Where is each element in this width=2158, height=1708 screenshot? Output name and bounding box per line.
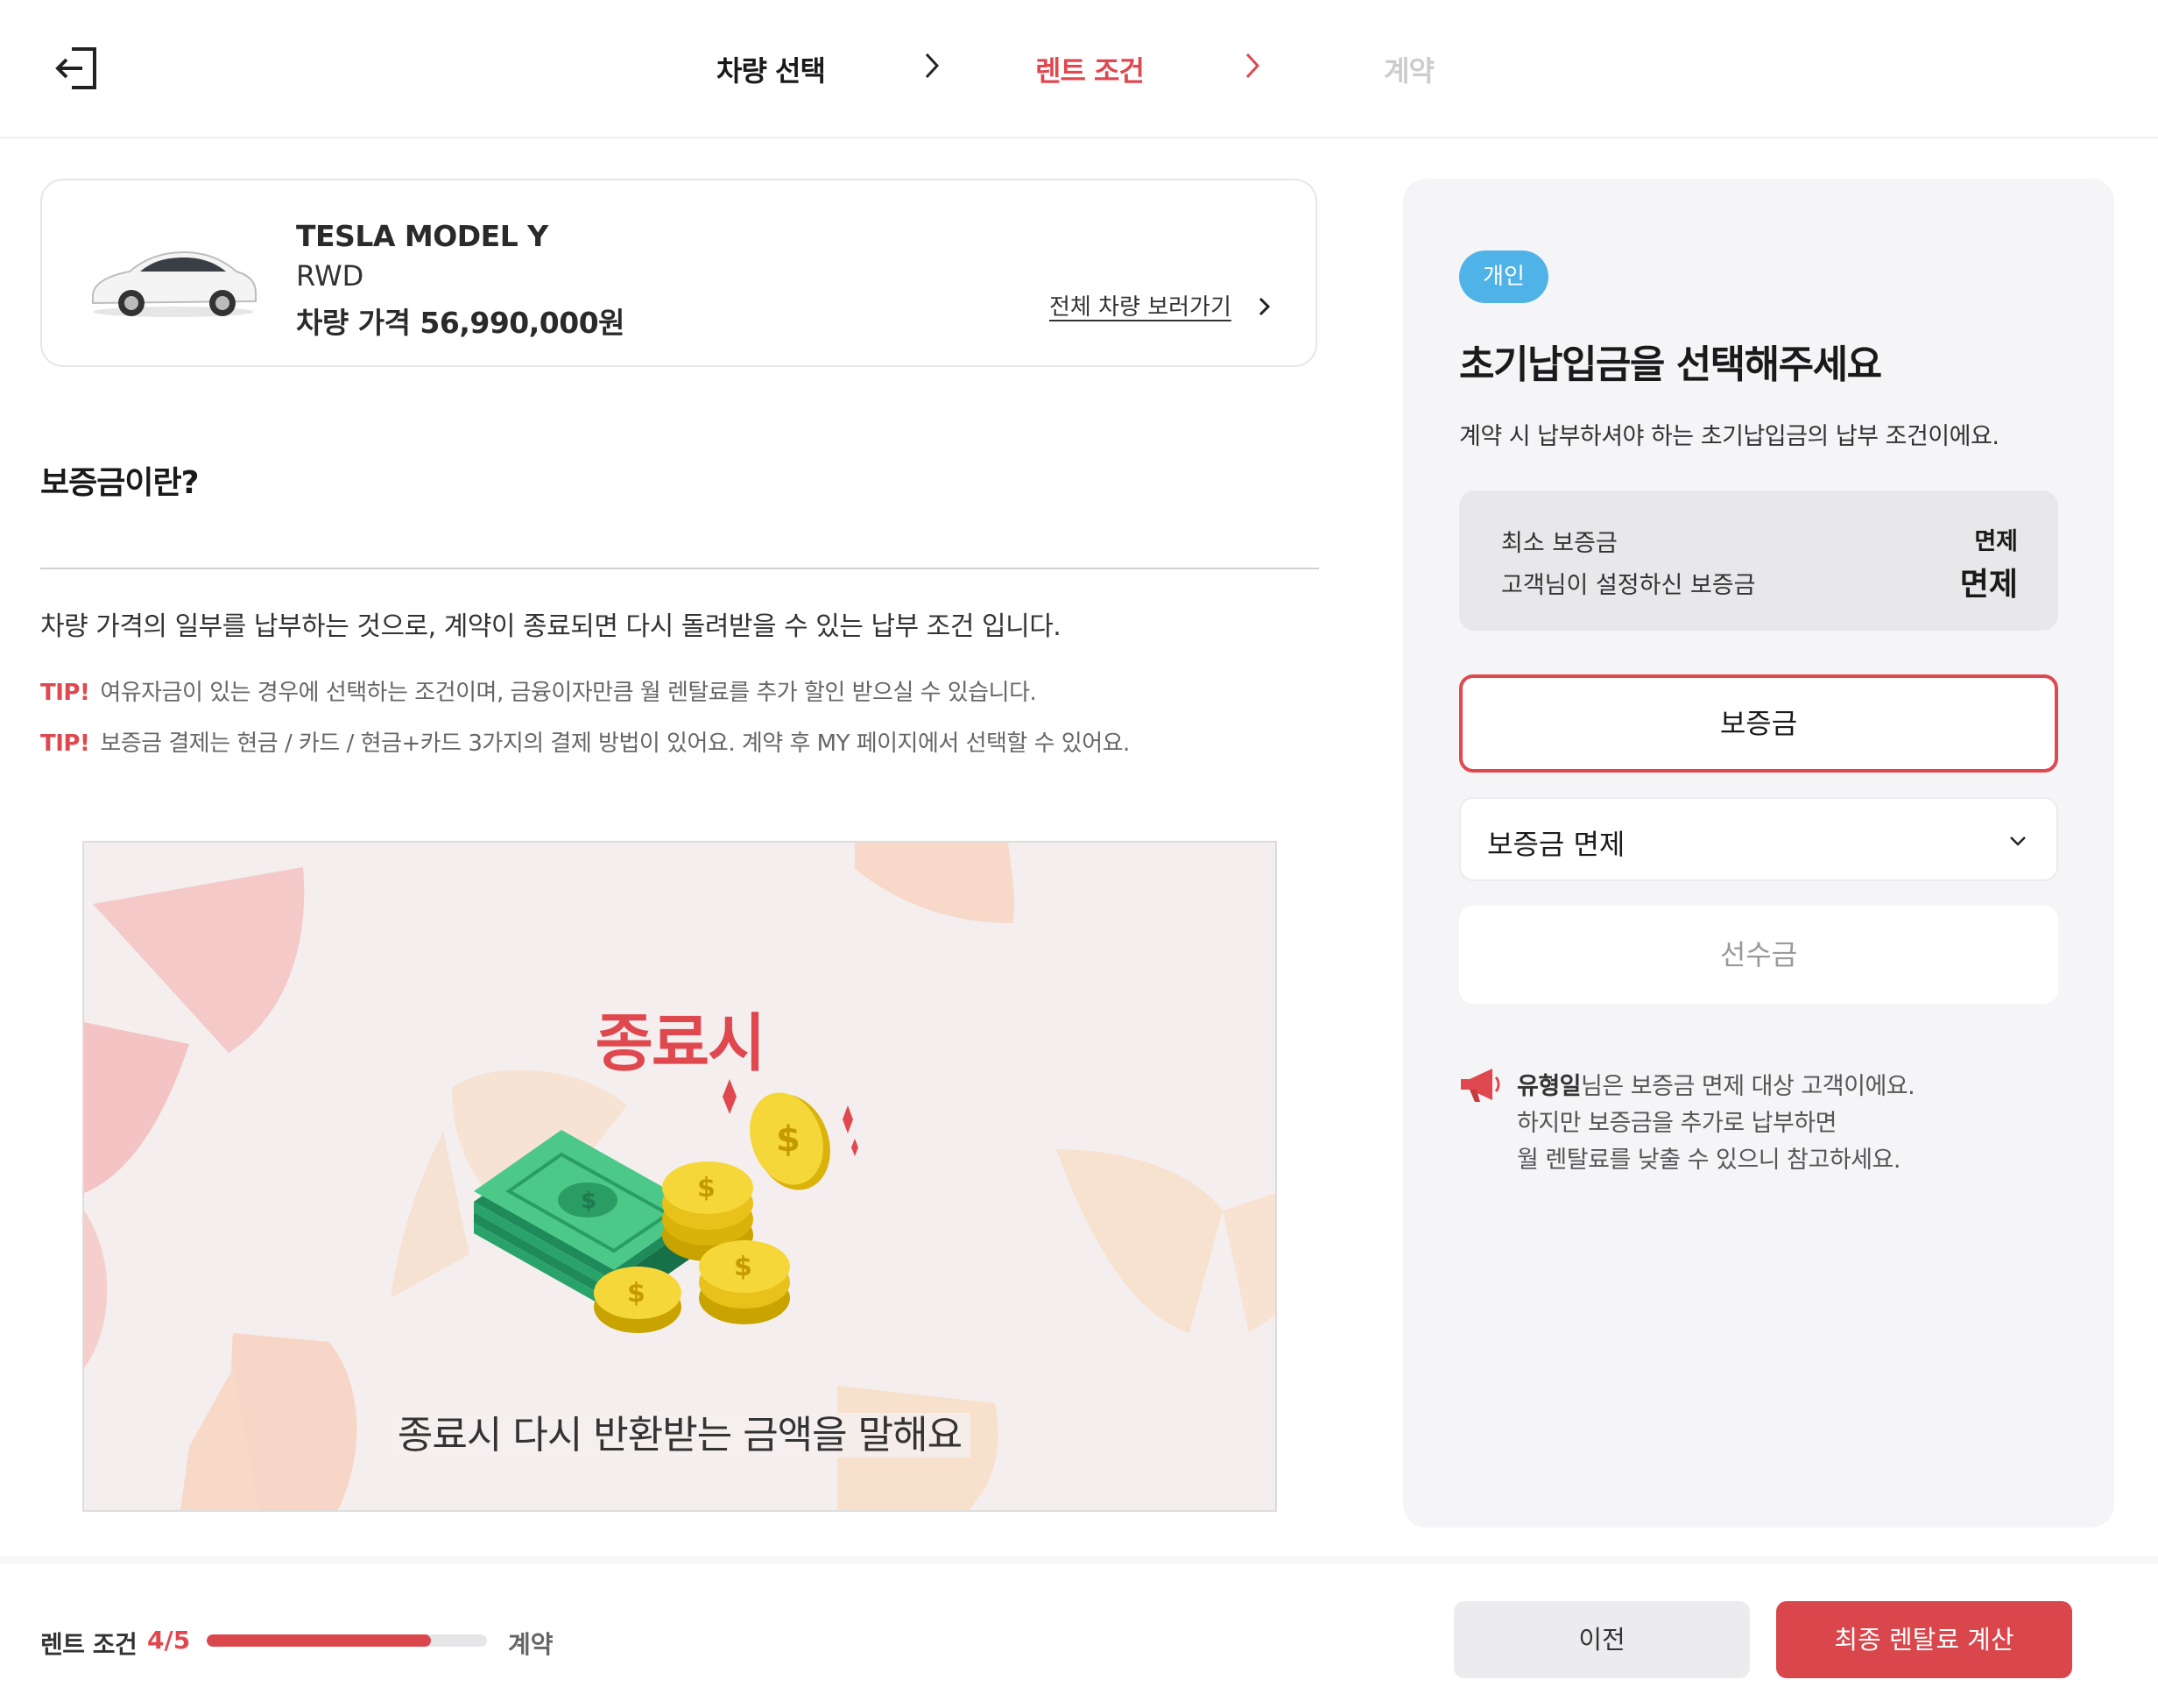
panel-title: 초기납입금을 선택해주세요 (1459, 342, 1882, 387)
tip-label: TIP! (40, 730, 90, 757)
illustration-caption: 종료시 다시 반환받는 금액을 말해요 (84, 1403, 1275, 1459)
deposit-illustration: $ $ $ $ $ 종료시 종료시 다시 반환받는 금액을 말해요 (82, 841, 1277, 1512)
svg-text:$: $ (697, 1173, 716, 1203)
set-deposit-value: 면제 (1959, 567, 2018, 603)
svg-text:$: $ (734, 1252, 752, 1282)
prepayment-option-button[interactable]: 선수금 (1459, 906, 2058, 1004)
set-deposit-label: 고객님이 설정하신 보증금 (1501, 572, 1756, 599)
deposit-amount-select[interactable]: 보증금 면제 (1459, 797, 2058, 881)
deposit-description: 차량 가격의 일부를 납부하는 것으로, 계약이 종료되면 다시 돌려받을 수 … (40, 611, 1061, 642)
deposit-option-button[interactable]: 보증금 (1459, 674, 2058, 773)
svg-text:$: $ (581, 1188, 596, 1214)
top-navigation: 차량 선택 렌트 조건 계약 (0, 0, 2158, 138)
min-deposit-value: 면제 (1974, 528, 2018, 555)
bottom-divider (0, 1556, 2158, 1564)
deposit-summary: 최소 보증금 면제 고객님이 설정하신 보증금 면제 (1459, 491, 2058, 631)
view-all-cars-link[interactable]: 전체 차량 보러가기 (1049, 289, 1231, 321)
car-trim: RWD (296, 259, 364, 293)
chevron-right-icon[interactable] (1256, 294, 1273, 319)
svg-text:$: $ (627, 1278, 645, 1309)
car-price: 차량 가격 56,990,000원 (296, 306, 625, 340)
initial-payment-panel: 개인 초기납입금을 선택해주세요 계약 시 납부하셔야 하는 초기납입금의 납부… (1403, 179, 2114, 1528)
progress-bar (207, 1634, 487, 1647)
progress-bar-fill (207, 1634, 431, 1647)
deposit-select-value: 보증금 면제 (1487, 828, 1626, 861)
deposit-notice: 유형일님은 보증금 면제 대상 고객이에요. 하지만 보증금을 추가로 납부하면… (1517, 1069, 1915, 1179)
car-image (86, 233, 296, 321)
progress-count: 4/5 (147, 1626, 191, 1655)
chevron-right-icon (1240, 51, 1265, 81)
notice-line: 하지만 보증금을 추가로 납부하면 (1517, 1110, 1837, 1137)
customer-type-badge: 개인 (1459, 251, 1548, 303)
chevron-down-icon (2006, 829, 2030, 853)
selected-car-card: TESLA MODEL Y RWD 차량 가격 56,990,000원 전체 차… (40, 179, 1317, 367)
calculate-final-rental-button[interactable]: 최종 렌탈료 계산 (1776, 1601, 2072, 1678)
tip-text: 보증금 결제는 현금 / 카드 / 현금+카드 3가지의 결제 방법이 있어요.… (100, 730, 1130, 757)
tip-text: 여유자금이 있는 경우에 선택하는 조건이며, 금융이자만큼 월 렌탈료를 추가… (100, 680, 1037, 706)
chevron-right-icon (920, 51, 944, 81)
illustration-title: 종료시 (595, 1006, 766, 1080)
megaphone-icon (1457, 1065, 1503, 1105)
car-model-name: TESLA MODEL Y (296, 219, 548, 253)
illustration-caption-text: 종료시 다시 반환받는 금액을 말해요 (388, 1413, 971, 1457)
previous-button[interactable]: 이전 (1454, 1601, 1750, 1678)
tip-line: TIP! 보증금 결제는 현금 / 카드 / 현금+카드 3가지의 결제 방법이 … (40, 725, 1130, 758)
progress-step-label: 렌트 조건 (40, 1630, 138, 1659)
svg-text:$: $ (776, 1119, 800, 1160)
min-deposit-label: 최소 보증금 (1501, 530, 1618, 557)
panel-description: 계약 시 납부하셔야 하는 초기납입금의 납부 조건이에요. (1459, 423, 1999, 450)
exit-icon[interactable] (53, 44, 102, 93)
notice-line: 님은 보증금 면제 대상 고객이에요. (1581, 1073, 1915, 1100)
tip-line: TIP! 여유자금이 있는 경우에 선택하는 조건이며, 금융이자만큼 월 렌탈료… (40, 674, 1037, 707)
progress-next-step: 계약 (508, 1630, 554, 1659)
notice-line: 월 렌탈료를 낮출 수 있으니 참고하세요. (1517, 1147, 1901, 1174)
step-rent-conditions[interactable]: 렌트 조건 (1035, 49, 1145, 89)
deposit-info-title: 보증금이란? (40, 465, 199, 501)
step-vehicle-select[interactable]: 차량 선택 (716, 49, 826, 89)
divider (40, 568, 1319, 569)
tip-label: TIP! (40, 680, 90, 706)
customer-name: 유형일 (1517, 1073, 1582, 1100)
step-contract: 계약 (1384, 54, 1435, 88)
